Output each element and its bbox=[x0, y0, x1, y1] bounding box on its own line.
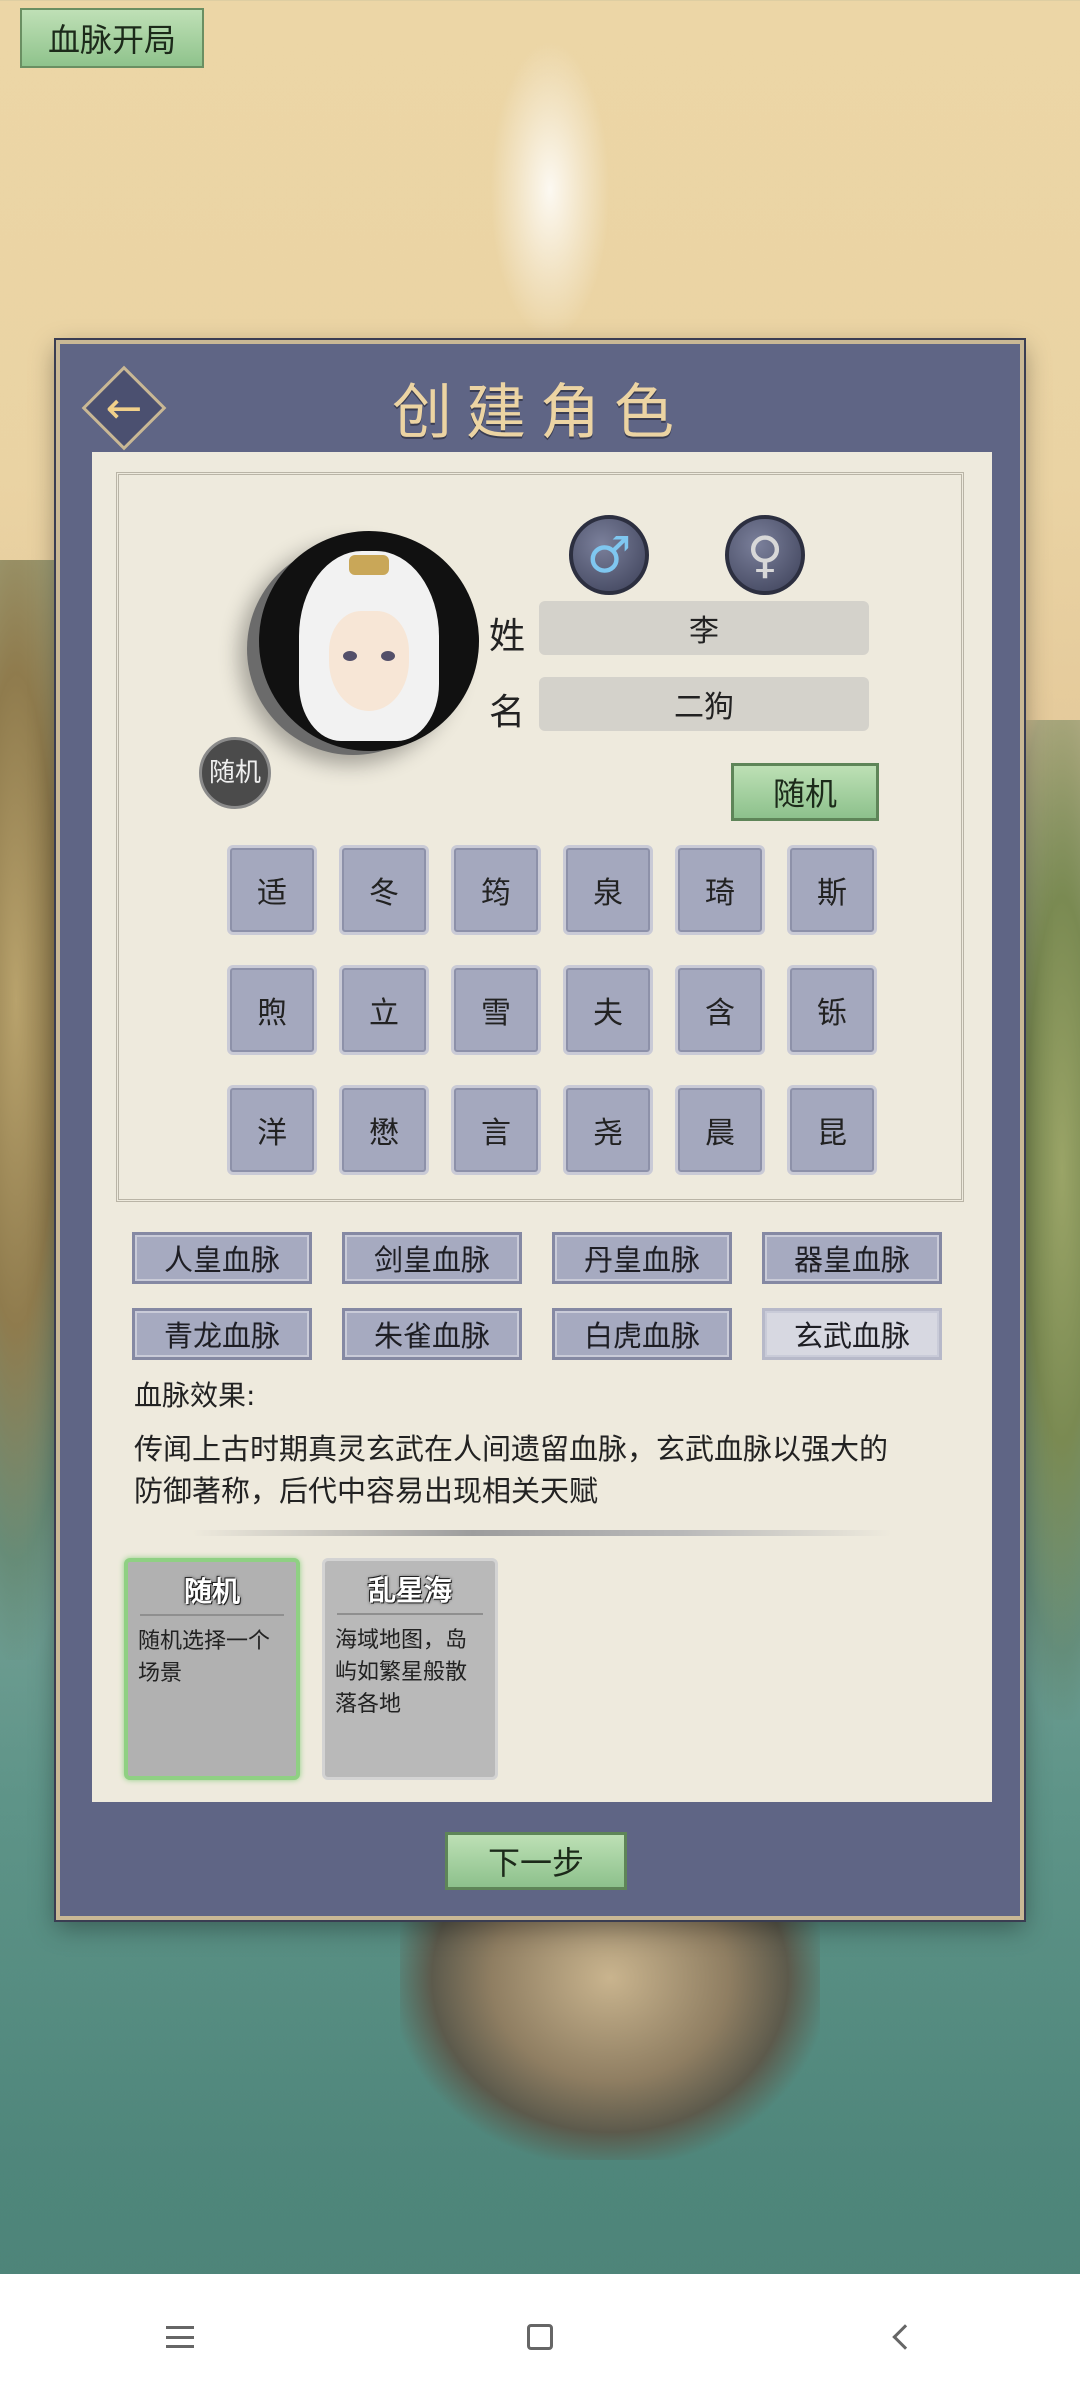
male-gender-button[interactable]: ♂ bbox=[569, 515, 649, 595]
male-icon: ♂ bbox=[586, 526, 632, 584]
nav-home-button[interactable] bbox=[500, 2297, 580, 2377]
next-step-button[interactable]: 下一步 bbox=[445, 1832, 627, 1890]
name-char-button[interactable]: 泉 bbox=[563, 845, 653, 935]
content-area: 随机 ♂ ♀ 姓 李 名 二狗 随机 适 冬 筠 泉 琦 斯 煦 立 雪 夫 含… bbox=[92, 452, 992, 1802]
create-character-panel: ← 创建角色 随机 ♂ ♀ 姓 李 名 二狗 随机 适 冬 筠 泉 琦 斯 煦 … bbox=[56, 340, 1024, 1920]
avatar-eye-right bbox=[381, 651, 395, 661]
panel-title: 创建角色 bbox=[392, 378, 688, 448]
surname-label: 姓 bbox=[489, 616, 526, 657]
divider bbox=[192, 1530, 892, 1536]
avatar-crown bbox=[349, 555, 389, 575]
scene-description: 随机选择一个场景 bbox=[138, 1629, 271, 1686]
name-char-grid: 适 冬 筠 泉 琦 斯 煦 立 雪 夫 含 铄 洋 懋 言 尧 晨 昆 bbox=[227, 845, 877, 1175]
name-char-button[interactable]: 言 bbox=[451, 1085, 541, 1175]
name-char-button[interactable]: 含 bbox=[675, 965, 765, 1055]
name-char-button[interactable]: 晨 bbox=[675, 1085, 765, 1175]
name-char-button[interactable]: 尧 bbox=[563, 1085, 653, 1175]
bloodline-button-selected[interactable]: 玄武血脉 bbox=[762, 1308, 942, 1360]
surname-field[interactable]: 李 bbox=[539, 601, 869, 655]
scene-card-luanxinghai[interactable]: 乱星海 海域地图，岛屿如繁星般散落各地 bbox=[322, 1558, 498, 1780]
name-char-button[interactable]: 琦 bbox=[675, 845, 765, 935]
nav-menu-button[interactable] bbox=[140, 2297, 220, 2377]
female-gender-button[interactable]: ♀ bbox=[725, 515, 805, 595]
bloodline-button[interactable]: 白虎血脉 bbox=[552, 1308, 732, 1360]
mode-tag: 血脉开局 bbox=[20, 8, 204, 68]
bloodline-effect-text: 传闻上古时期真灵玄武在人间遗留血脉，玄武血脉以强大的防御著称，后代中容易出现相关… bbox=[134, 1432, 889, 1508]
rock-island-decoration bbox=[400, 1880, 820, 2160]
system-navigation-bar bbox=[0, 2274, 1080, 2400]
name-char-button[interactable]: 昆 bbox=[787, 1085, 877, 1175]
name-char-button[interactable]: 铄 bbox=[787, 965, 877, 1055]
name-char-button[interactable]: 立 bbox=[339, 965, 429, 1055]
scene-title: 随机 bbox=[140, 1570, 284, 1616]
scene-description: 海域地图，岛屿如繁星般散落各地 bbox=[335, 1628, 468, 1717]
name-char-button[interactable]: 斯 bbox=[787, 845, 877, 935]
menu-icon bbox=[166, 2326, 194, 2348]
name-char-button[interactable]: 适 bbox=[227, 845, 317, 935]
scene-card-random[interactable]: 随机 随机选择一个场景 bbox=[124, 1558, 300, 1780]
bloodline-button[interactable]: 青龙血脉 bbox=[132, 1308, 312, 1360]
name-char-button[interactable]: 煦 bbox=[227, 965, 317, 1055]
avatar-random-button[interactable]: 随机 bbox=[199, 737, 271, 809]
bloodline-button[interactable]: 器皇血脉 bbox=[762, 1232, 942, 1284]
bloodline-button[interactable]: 丹皇血脉 bbox=[552, 1232, 732, 1284]
scene-title: 乱星海 bbox=[337, 1569, 483, 1615]
smoke-decoration bbox=[490, 40, 610, 340]
name-char-button[interactable]: 夫 bbox=[563, 965, 653, 1055]
avatar[interactable] bbox=[259, 531, 479, 751]
avatar-face bbox=[329, 611, 409, 711]
bloodline-effect-label: 血脉效果: bbox=[134, 1379, 256, 1412]
bloodline-grid: 人皇血脉 剑皇血脉 丹皇血脉 器皇血脉 青龙血脉 朱雀血脉 白虎血脉 玄武血脉 bbox=[132, 1232, 952, 1360]
back-icon bbox=[892, 2324, 918, 2350]
name-char-button[interactable]: 筠 bbox=[451, 845, 541, 935]
name-section: 随机 ♂ ♀ 姓 李 名 二狗 随机 适 冬 筠 泉 琦 斯 煦 立 雪 夫 含… bbox=[116, 472, 964, 1202]
home-icon bbox=[527, 2324, 553, 2350]
nav-back-button[interactable] bbox=[860, 2297, 940, 2377]
given-name-field[interactable]: 二狗 bbox=[539, 677, 869, 731]
name-char-button[interactable]: 冬 bbox=[339, 845, 429, 935]
given-name-label: 名 bbox=[489, 692, 526, 733]
bloodline-button[interactable]: 人皇血脉 bbox=[132, 1232, 312, 1284]
name-char-button[interactable]: 懋 bbox=[339, 1085, 429, 1175]
name-char-button[interactable]: 雪 bbox=[451, 965, 541, 1055]
name-char-button[interactable]: 洋 bbox=[227, 1085, 317, 1175]
avatar-eye-left bbox=[343, 651, 357, 661]
bloodline-button[interactable]: 朱雀血脉 bbox=[342, 1308, 522, 1360]
female-icon: ♀ bbox=[746, 526, 784, 584]
random-name-button[interactable]: 随机 bbox=[731, 763, 879, 821]
bloodline-button[interactable]: 剑皇血脉 bbox=[342, 1232, 522, 1284]
